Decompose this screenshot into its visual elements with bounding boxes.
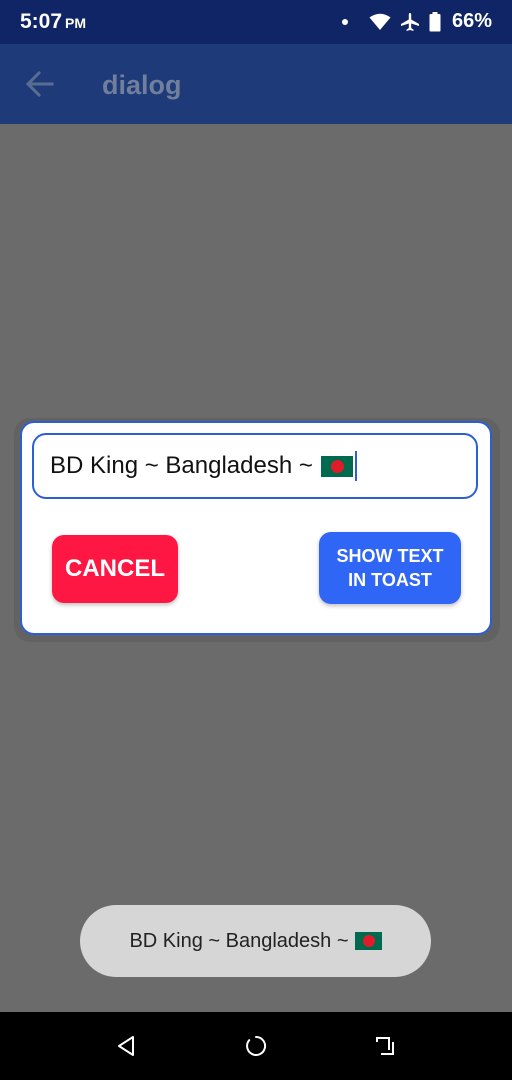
- status-icons: 66%: [341, 10, 492, 33]
- nav-home-icon[interactable]: [244, 1034, 268, 1058]
- arrow-back-icon[interactable]: [26, 71, 54, 97]
- cancel-button[interactable]: CANCEL: [52, 535, 178, 603]
- navigation-bar: [0, 1012, 512, 1080]
- status-time-value: 5:07: [20, 10, 63, 33]
- app-title: dialog: [102, 70, 182, 100]
- toast-message: BD King ~ Bangladesh ~: [80, 905, 431, 977]
- airplane-icon: [400, 12, 419, 31]
- status-bar: 5:07 PM 66%: [0, 0, 512, 44]
- status-ampm: PM: [65, 15, 87, 31]
- text-input-value: BD King ~ Bangladesh ~: [50, 452, 313, 479]
- battery-percent: 66%: [451, 10, 492, 32]
- text-input-field[interactable]: BD King ~ Bangladesh ~: [32, 433, 478, 499]
- input-dialog: BD King ~ Bangladesh ~ CANCEL SHOW TEXT …: [20, 421, 492, 635]
- nav-recents-icon[interactable]: [373, 1034, 397, 1058]
- show-text-in-toast-button[interactable]: SHOW TEXT IN TOAST: [319, 532, 461, 604]
- nav-back-icon[interactable]: [114, 1034, 138, 1058]
- status-time: 5:07 PM: [20, 10, 86, 34]
- show-button-label-line2: IN TOAST: [348, 570, 432, 590]
- bangladesh-flag-icon: [354, 932, 382, 950]
- battery-icon: [429, 11, 441, 31]
- bangladesh-flag-icon: [320, 455, 353, 477]
- show-button-label-line1: SHOW TEXT: [336, 546, 444, 566]
- toast-text: BD King ~ Bangladesh ~: [129, 929, 349, 952]
- app-bar: dialog: [0, 44, 512, 124]
- wifi-icon: [369, 13, 391, 30]
- notification-dot-icon: [341, 18, 348, 25]
- text-cursor: [354, 451, 357, 481]
